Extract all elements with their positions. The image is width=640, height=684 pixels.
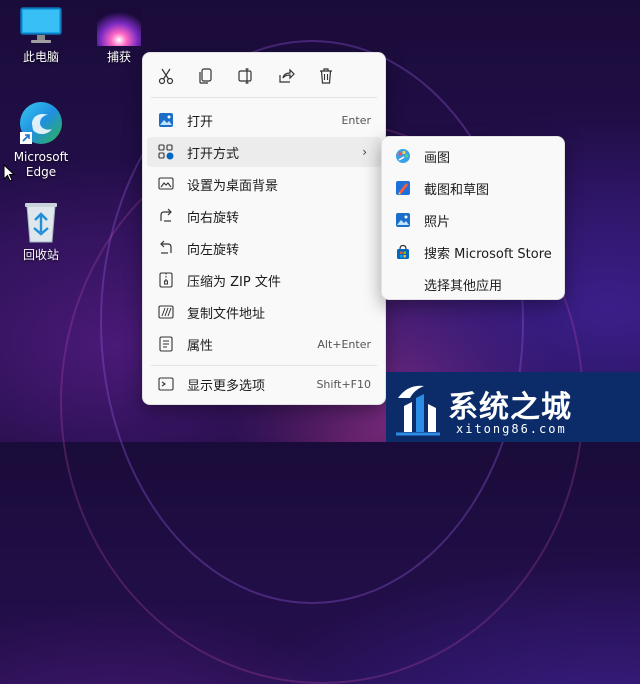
menu-item-label: 显示更多选项 [187,378,266,394]
scissors-icon [157,67,175,89]
menu-item-label: 打开方式 [187,146,240,162]
rename-button[interactable] [235,67,257,89]
zip-icon [157,271,175,289]
menu-item-label: 属性 [187,338,214,354]
copy-icon [197,67,215,89]
photos-icon [394,211,412,229]
desktop-icon-label: 捕获 [106,50,131,64]
submenu-item-label: 照片 [424,214,451,230]
watermark: 系统之城 xitong86.com [386,372,640,442]
recycle-bin-icon [21,200,61,244]
menu-item-compress-zip[interactable]: 压缩为 ZIP 文件 [147,265,381,295]
submenu-item-label: 搜索 Microsoft Store [424,246,552,262]
menu-item-label: 压缩为 ZIP 文件 [187,274,281,290]
chevron-right-icon: › [362,145,367,159]
menu-item-properties[interactable]: 属性 Alt+Enter [147,329,381,359]
rotate-left-icon [157,239,175,257]
desktop-icon-edge[interactable]: Microsoft Edge [6,100,76,180]
picture-icon [157,111,175,129]
menu-item-label: 设置为桌面背景 [187,178,279,194]
open-with-submenu: 画图 截图和草图 照片 搜索 Microsoft Store 选择其他应用 [381,136,565,300]
menu-item-rotate-left[interactable]: 向左旋转 [147,233,381,263]
context-menu: 打开 Enter 打开方式 › 设置为桌面背景 向右旋转 向左旋转 压缩为 ZI… [142,52,386,405]
menu-item-open[interactable]: 打开 Enter [147,105,381,135]
submenu-item-label: 截图和草图 [424,182,490,198]
trash-icon [317,67,335,89]
menu-item-label: 打开 [187,114,214,130]
submenu-item-snip-sketch[interactable]: 截图和草图 [386,173,560,203]
submenu-item-choose-another-app[interactable]: 选择其他应用 [386,269,560,299]
snip-sketch-icon [394,179,412,197]
cut-button[interactable] [155,67,177,89]
monitor-icon [19,6,63,46]
menu-item-rotate-right[interactable]: 向右旋转 [147,201,381,231]
menu-separator [151,365,377,366]
submenu-item-label: 选择其他应用 [424,278,503,294]
rotate-right-icon [157,207,175,225]
watermark-logo-icon [394,380,442,440]
desktop-icon-recycle-bin[interactable]: 回收站 [6,200,76,263]
submenu-item-paint[interactable]: 画图 [386,141,560,171]
menu-separator [151,97,377,98]
paint-icon [394,147,412,165]
menu-item-open-with[interactable]: 打开方式 › [147,137,381,167]
menu-item-label: 复制文件地址 [187,306,266,322]
desktop-icon-label: 此电脑 [22,50,59,64]
mouse-cursor [3,163,16,186]
menu-item-copy-path[interactable]: 复制文件地址 [147,297,381,327]
image-thumbnail-icon [97,6,141,46]
menu-item-label: 向左旋转 [187,242,240,258]
wallpaper-icon [157,175,175,193]
desktop-icon-this-pc[interactable]: 此电脑 [6,6,76,65]
menu-item-set-wallpaper[interactable]: 设置为桌面背景 [147,169,381,199]
menu-item-label: 向右旋转 [187,210,240,226]
open-with-icon [157,143,175,161]
watermark-title: 系统之城 [448,390,572,425]
share-icon [277,67,295,89]
store-icon [394,243,412,261]
watermark-url: xitong86.com [456,422,567,436]
more-options-icon [157,375,175,393]
submenu-item-search-store[interactable]: 搜索 Microsoft Store [386,237,560,267]
copy-button[interactable] [195,67,217,89]
submenu-item-label: 画图 [424,150,451,166]
menu-item-shortcut: Alt+Enter [317,337,371,351]
share-button[interactable] [275,67,297,89]
menu-item-show-more-options[interactable]: 显示更多选项 Shift+F10 [147,369,381,399]
desktop-icon-label: 回收站 [22,248,59,262]
submenu-item-photos[interactable]: 照片 [386,205,560,235]
delete-button[interactable] [315,67,337,89]
copy-path-icon [157,303,175,321]
desktop-icon-label: Microsoft Edge [13,150,69,179]
menu-item-shortcut: Shift+F10 [316,377,371,391]
properties-icon [157,335,175,353]
context-menu-toolbar [143,63,385,91]
rename-icon [237,67,255,89]
edge-icon [18,100,64,146]
menu-item-shortcut: Enter [341,113,371,127]
